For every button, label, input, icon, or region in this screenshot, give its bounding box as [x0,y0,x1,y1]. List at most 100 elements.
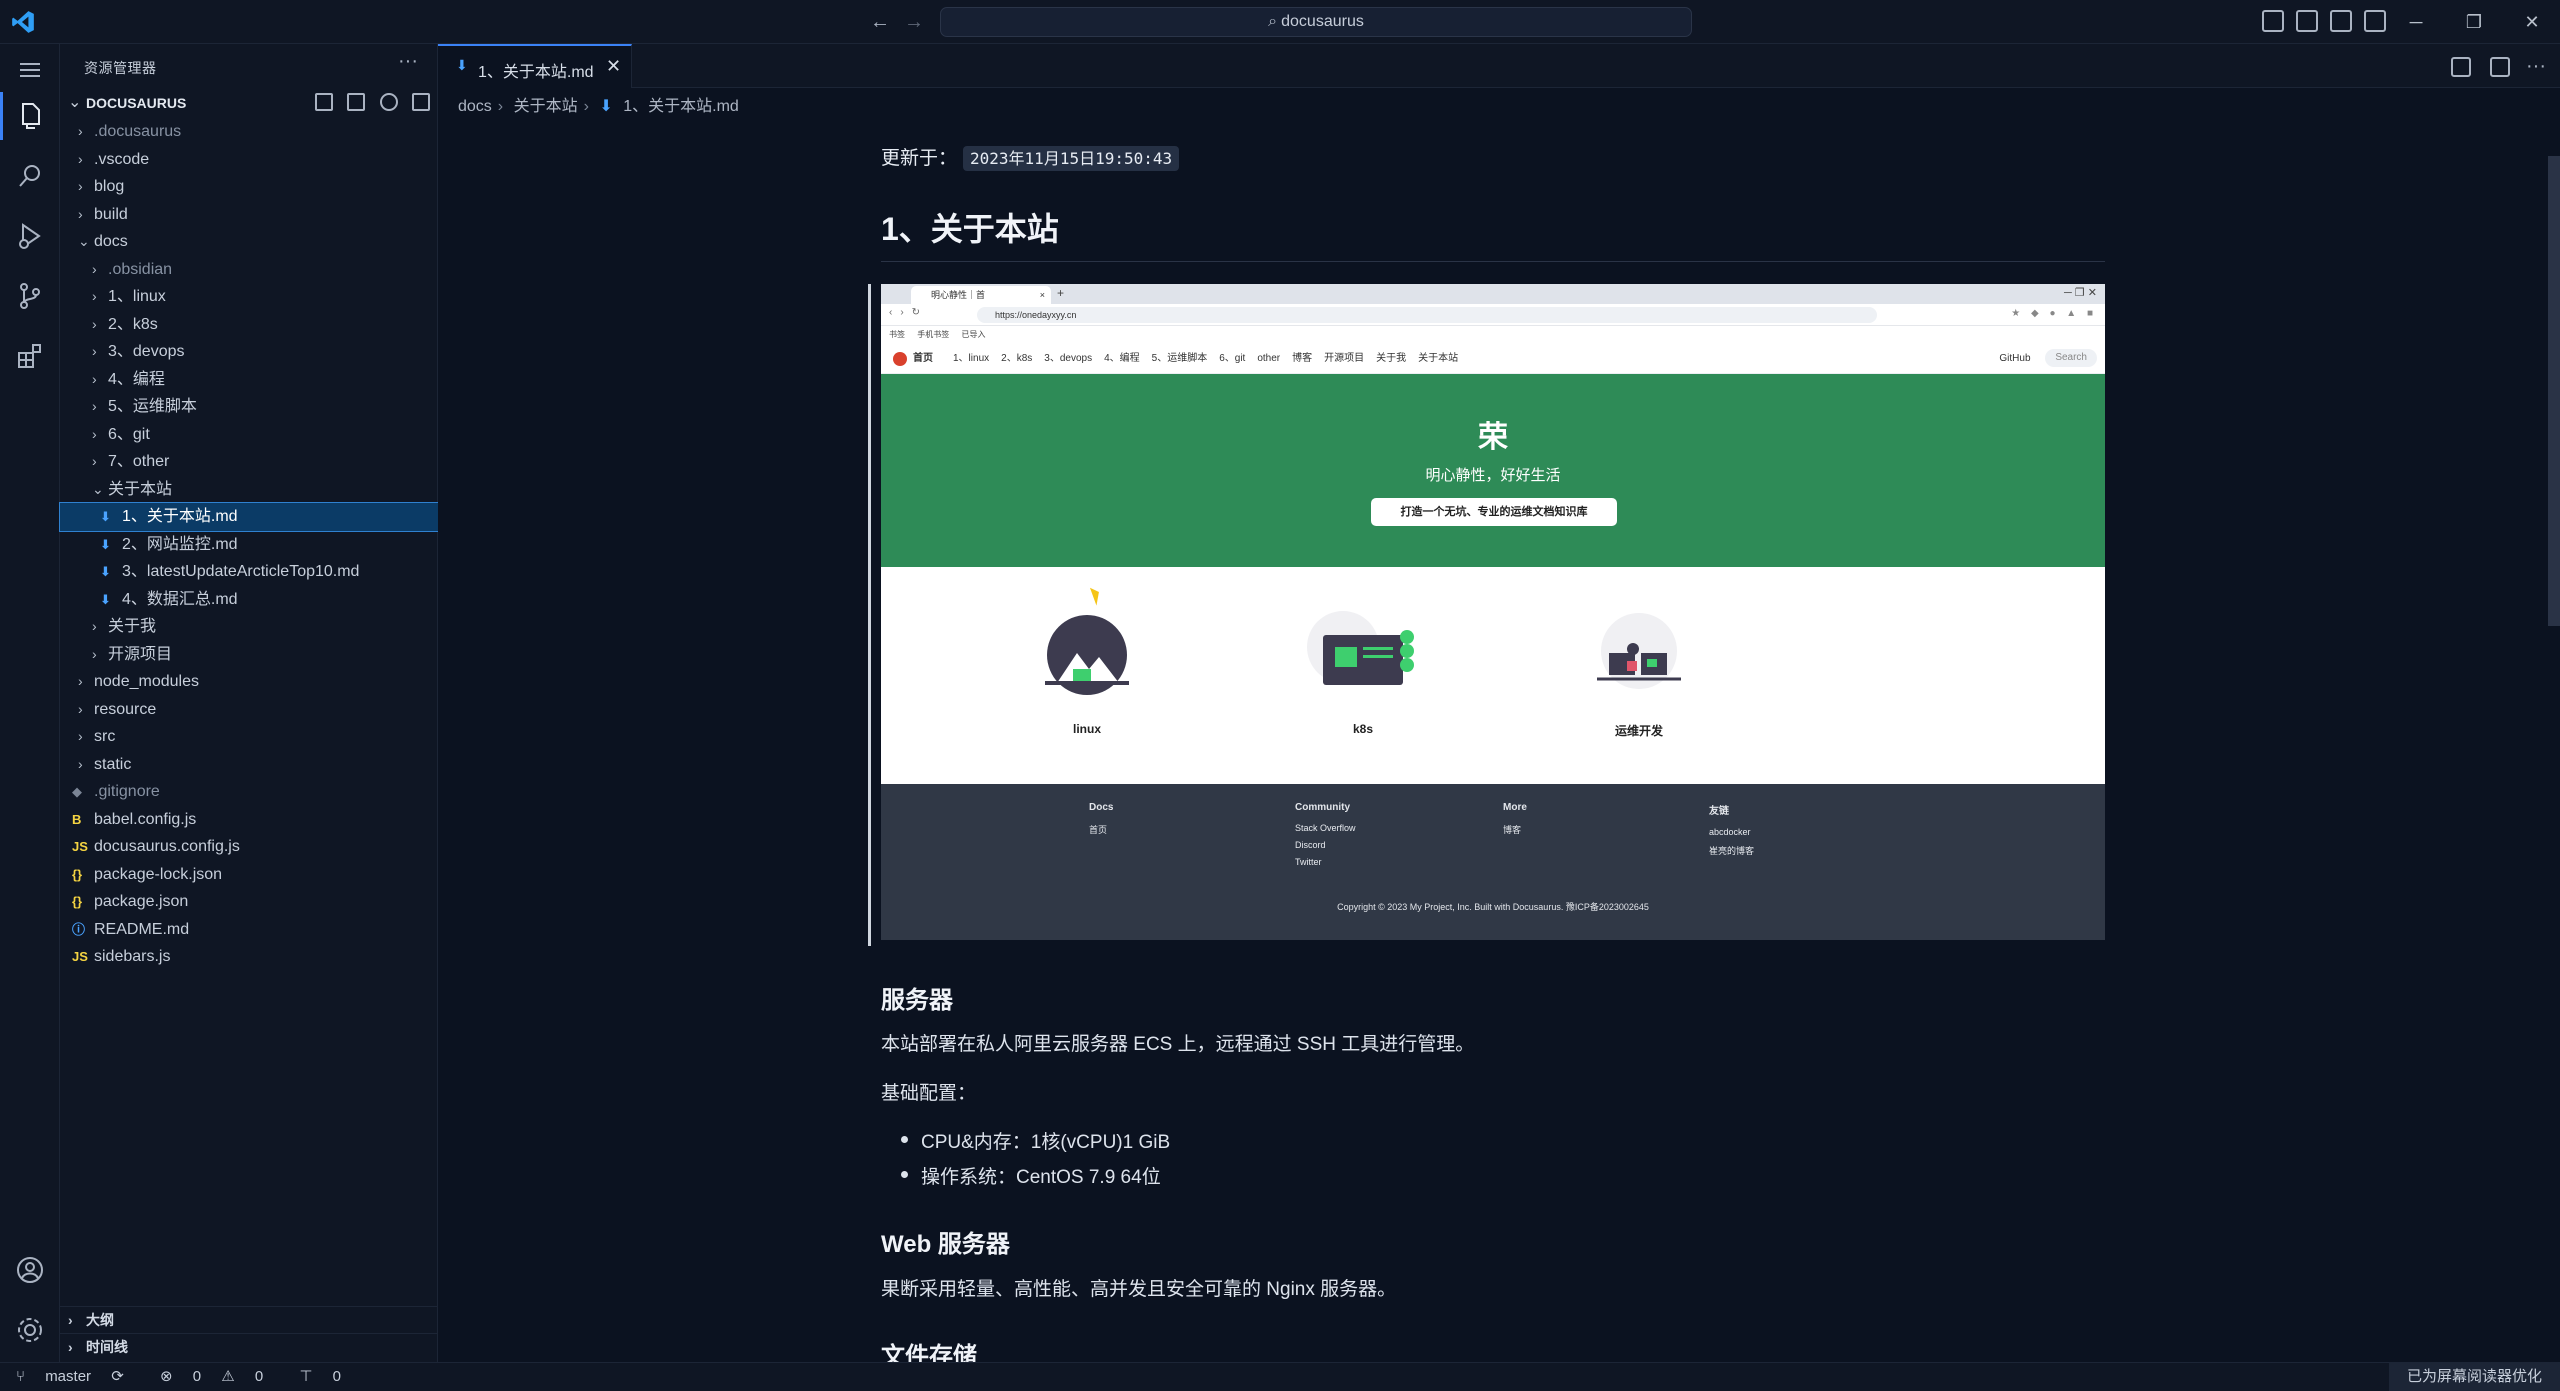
new-file-icon[interactable] [314,93,333,111]
tree-item[interactable]: JS sidebars.js [60,943,438,971]
tree-item[interactable]: › 7、other [60,448,438,476]
site-nav-item: 关于我 [1376,353,1407,364]
restore-button[interactable]: ❐ [2460,8,2488,36]
markdown-icon: ⬇ [100,591,111,607]
run-debug-icon[interactable] [14,220,46,252]
tab-close-icon[interactable]: ✕ [606,56,621,77]
chevron-right-icon: › [92,618,97,634]
tree-item[interactable]: › build [60,201,438,229]
back-button[interactable]: ← [868,10,892,34]
minimize-button[interactable]: ─ [2402,8,2430,36]
tree-item[interactable]: ◆ .gitignore [60,778,438,806]
site-nav-item: 博客 [1292,353,1313,364]
explorer-icon[interactable] [0,92,46,140]
tree-item[interactable]: ⬇ 3、latestUpdateArcticleTop10.md [60,558,438,586]
updated-line: 更新于： 2023年11月15日19:50:43 [881,143,1180,171]
markdown-icon: ⬇ [100,564,111,579]
breadcrumb-file[interactable]: 1、关于本站.md [623,98,739,115]
feature-label: k8s [1352,722,1374,736]
editor-scrollbar[interactable] [2548,116,2560,1362]
accounts-icon[interactable] [14,1254,46,1286]
settings-gear-icon[interactable] [14,1314,46,1346]
tree-item[interactable]: › static [60,751,438,779]
tree-item[interactable]: › blog [60,173,438,201]
timeline-section[interactable]: › 时间线 [60,1333,438,1360]
tree-item[interactable]: › 1、linux [60,283,438,311]
outline-label: 大纲 [86,1312,114,1328]
tree-item[interactable]: ⓘ README.md [60,916,438,944]
tab-about-site[interactable]: ⬇ 1、关于本站.md ✕ [438,44,632,88]
footer-link: Stack Overflow [1295,823,1356,833]
command-center-search[interactable]: ⌕ docusaurus [940,7,1692,37]
tree-item-label: 3、latestUpdateArcticleTop10.md [122,563,360,580]
toggle-primary-sidebar-icon[interactable] [2262,10,2284,32]
chevron-right-icon: › [92,315,97,332]
tree-item[interactable]: {} package-lock.json [60,861,438,889]
desk-illustration-icon [1597,613,1681,689]
menu-icon[interactable] [14,54,46,86]
problems-status[interactable]: ⊗ 0 ⚠ 0 [160,1368,279,1385]
browser-window-controls-icon: ─ ❐ ✕ [2064,287,2097,299]
search-icon[interactable] [14,160,46,192]
editor-more-button[interactable]: ··· [2526,55,2546,78]
collapse-all-icon[interactable] [412,93,430,111]
site-nav-item: 6、git [1219,353,1246,364]
tree-item[interactable]: ⌄ docs [60,228,438,256]
new-folder-icon[interactable] [347,93,366,111]
source-control-icon[interactable] [14,280,46,312]
tree-item[interactable]: › 2、k8s [60,311,438,339]
tree-item[interactable]: › 3、devops [60,338,438,366]
tree-item[interactable]: › .vscode [60,146,438,174]
site-logo-icon [893,352,907,366]
tree-item[interactable]: › 4、编程 [60,366,438,394]
tree-item[interactable]: ⬇ 1、关于本站.md [59,502,439,532]
tree-item[interactable]: › .obsidian [60,256,438,284]
tree-item[interactable]: › 5、运维脚本 [60,393,438,421]
customize-layout-icon[interactable] [2364,10,2386,32]
tree-item[interactable]: JS docusaurus.config.js [60,833,438,861]
split-editor-icon[interactable] [2489,56,2510,77]
site-search: Search [2045,349,2097,368]
tree-item-label: 关于本站 [108,480,173,498]
forward-button[interactable]: → [902,10,926,34]
vscode-window: ← → ⌕ docusaurus ─ ❐ ✕ 资源管理器 ··· ⌄ DOCUS… [0,0,2560,1391]
footer-col-more: More 博客 [1503,802,1527,843]
hero-subtitle: 明心静性，好好生活 [1425,467,1561,484]
ports-status[interactable]: ⊤ 0 [299,1368,357,1385]
refresh-icon[interactable] [379,93,398,111]
tree-item[interactable]: {} package.json [60,888,438,916]
workspace-root[interactable]: ⌄ DOCUSAURUS [60,90,438,116]
tree-item[interactable]: Bbabel.config.js [60,806,438,834]
toggle-secondary-sidebar-icon[interactable] [2330,10,2352,32]
branch-status[interactable]: ⑂ master ⟳ [16,1368,140,1385]
tree-item[interactable]: › resource [60,696,438,724]
explorer-more-button[interactable]: ··· [398,50,418,73]
extensions-icon[interactable] [14,340,46,372]
scrollbar-thumb[interactable] [2548,156,2560,626]
tree-item[interactable]: › 开源项目 [60,641,438,669]
open-preview-icon[interactable] [2451,56,2472,77]
footer-link: abcdocker [1709,827,1751,837]
tree-item[interactable]: › .docusaurus [60,118,438,146]
bookmark-item: 手机书签 [917,330,950,339]
browser-bookmarks-bar: 书签 手机书签 已导入 [881,326,2105,344]
tree-item[interactable]: › 关于我 [60,613,438,641]
chevron-right-icon: › [78,673,83,689]
breadcrumb-folder[interactable]: 关于本站 [514,98,578,115]
outline-section[interactable]: › 大纲 [60,1306,438,1333]
close-window-button[interactable]: ✕ [2518,8,2546,36]
tree-item[interactable]: › src [60,723,438,751]
tree-item[interactable]: ⌄ 关于本站 [60,476,438,504]
screen-reader-status[interactable]: 已为屏幕阅读器优化 [2388,1363,2560,1391]
tree-item[interactable]: › node_modules [60,668,438,696]
tree-item-label: build [94,205,128,223]
tree-item-label: 4、数据汇总.md [122,590,238,608]
computer-illustration-icon [1307,611,1414,685]
tree-item[interactable]: ⬇ 4、数据汇总.md [60,586,438,614]
tree-item[interactable]: › 6、git [60,421,438,449]
site-nav-github: GitHub [1999,353,2031,364]
breadcrumb-docs[interactable]: docs [458,98,492,115]
tree-item[interactable]: ⬇ 2、网站监控.md [60,531,438,559]
toggle-panel-icon[interactable] [2296,10,2318,32]
heading-file-storage: 文件存储 [881,1343,977,1362]
